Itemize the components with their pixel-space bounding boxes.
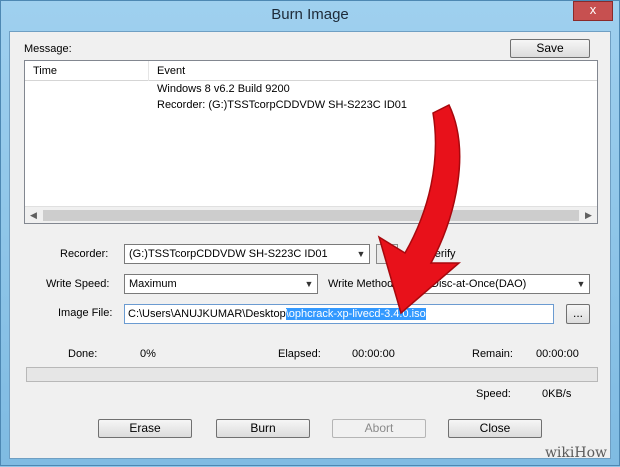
done-label: Done:	[68, 348, 98, 360]
chevron-down-icon: ▼	[353, 245, 369, 263]
log-header: Time Event	[25, 61, 597, 81]
burn-image-window: Burn Image x Message: Save Time Event Wi…	[0, 0, 620, 466]
scroll-thumb[interactable]	[43, 210, 579, 221]
verify-label: Verify	[428, 248, 456, 260]
image-file-path-input[interactable]: C:\Users\ANUJKUMAR\Desktop\ophcrack-xp-l…	[124, 304, 554, 324]
erase-button[interactable]: Erase	[98, 419, 192, 438]
verify-checkbox[interactable]	[410, 247, 423, 260]
speed-value: 0KB/s	[542, 388, 572, 400]
scroll-left-icon[interactable]: ◀	[25, 207, 42, 224]
log-row-event: Windows 8 v6.2 Build 9200	[157, 83, 290, 95]
image-file-label: Image File:	[58, 307, 113, 319]
wikihow-watermark: wikiHow	[544, 445, 607, 461]
horizontal-scrollbar[interactable]: ◀ ▶	[25, 206, 597, 223]
burn-button[interactable]: Burn	[216, 419, 310, 438]
browse-button[interactable]: ...	[566, 304, 590, 324]
burn-progress-bar	[26, 367, 598, 382]
recorder-value: (G:)TSSTcorpCDDVDW SH-S223C ID01	[129, 248, 328, 260]
image-file-path-selection: \ophcrack-xp-livecd-3.4.0.iso	[285, 308, 426, 320]
recorder-select[interactable]: (G:)TSSTcorpCDDVDW SH-S223C ID01 ▼	[124, 244, 370, 264]
write-speed-select[interactable]: Maximum ▼	[124, 274, 318, 294]
elapsed-label: Elapsed:	[278, 348, 321, 360]
write-speed-label: Write Speed:	[46, 278, 110, 290]
image-file-path-prefix: C:\Users\ANUJKUMAR\Desktop	[128, 308, 286, 320]
remain-label: Remain:	[472, 348, 513, 360]
write-method-label: Write Method:	[328, 278, 397, 290]
log-row: Recorder: (G:)TSSTcorpCDDVDW SH-S223C ID…	[157, 99, 407, 111]
log-row: Windows 8 v6.2 Build 9200	[157, 83, 290, 95]
remain-value: 00:00:00	[536, 348, 579, 360]
chevron-down-icon: ▼	[301, 275, 317, 293]
write-method-select[interactable]: Disc-at-Once(DAO) ▼	[410, 274, 590, 294]
eject-button[interactable]	[376, 244, 398, 264]
message-log-list[interactable]: Time Event Windows 8 v6.2 Build 9200 Rec…	[24, 60, 598, 224]
column-time[interactable]: Time	[25, 61, 149, 81]
save-button[interactable]: Save	[510, 39, 590, 58]
speed-label: Speed:	[476, 388, 511, 400]
message-label: Message:	[24, 43, 72, 55]
elapsed-value: 00:00:00	[352, 348, 395, 360]
write-method-value: Disc-at-Once(DAO)	[431, 278, 527, 290]
write-speed-value: Maximum	[129, 278, 177, 290]
window-close-button[interactable]: x	[573, 1, 613, 21]
done-value: 0%	[140, 348, 156, 360]
chevron-down-icon: ▼	[573, 275, 589, 293]
window-title: Burn Image	[271, 6, 349, 23]
recorder-label: Recorder:	[60, 248, 109, 260]
abort-button[interactable]: Abort	[332, 419, 426, 438]
close-button[interactable]: Close	[448, 419, 542, 438]
column-event[interactable]: Event	[149, 61, 597, 81]
dialog-client-area: Message: Save Time Event Windows 8 v6.2 …	[9, 31, 611, 459]
log-row-event: Recorder: (G:)TSSTcorpCDDVDW SH-S223C ID…	[157, 99, 408, 111]
title-bar[interactable]: Burn Image	[1, 1, 619, 31]
scroll-right-icon[interactable]: ▶	[580, 207, 597, 224]
